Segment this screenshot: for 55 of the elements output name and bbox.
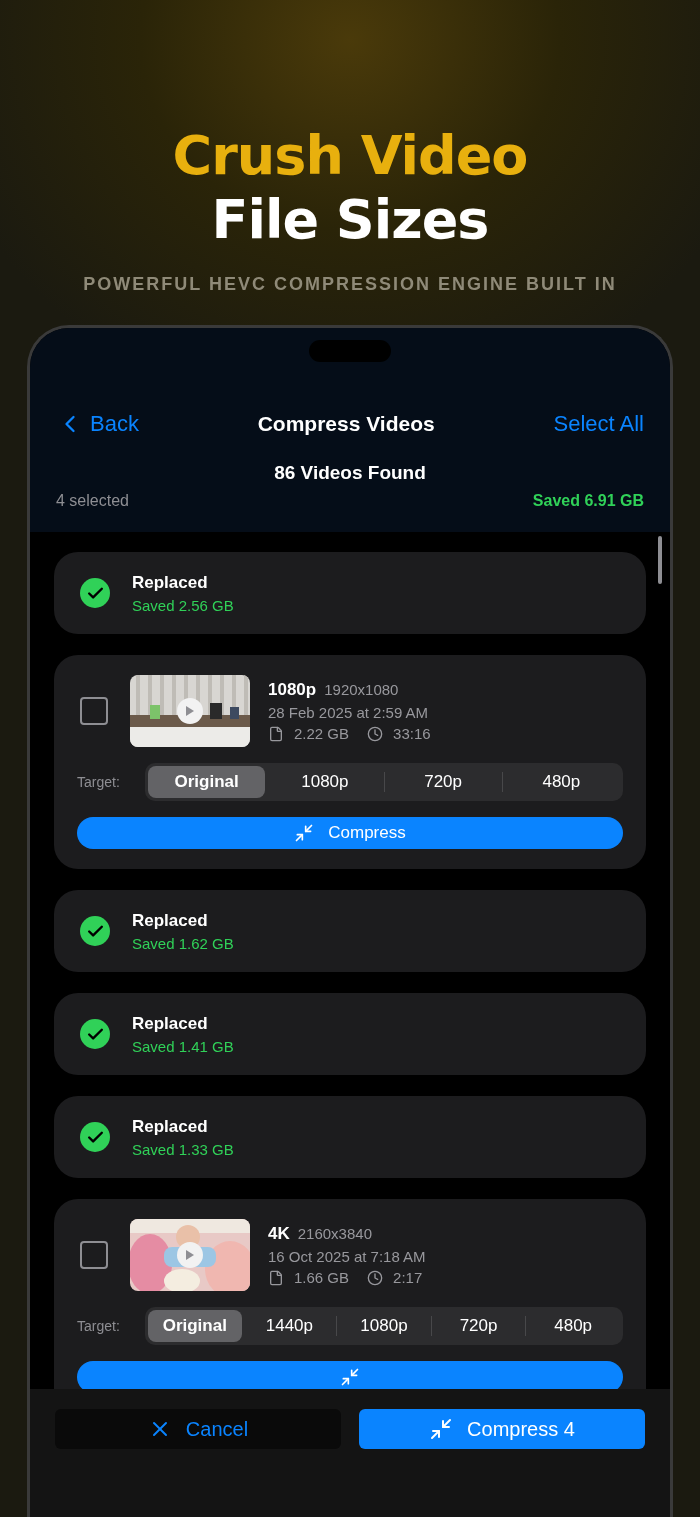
saved-amount: Saved 1.41 GB <box>132 1037 234 1055</box>
file-size: 2.22 GB <box>294 725 350 742</box>
resolution-label: 1080p <box>268 680 317 700</box>
resolution-option[interactable]: Original <box>148 1310 242 1342</box>
check-circle-icon <box>80 578 110 608</box>
resolution-option[interactable]: 480p <box>526 1310 620 1342</box>
back-button[interactable]: Back <box>56 410 139 438</box>
cancel-button[interactable]: Cancel <box>55 1409 341 1449</box>
scrollbar <box>658 536 662 584</box>
resolution-label: 4K <box>268 1224 290 1244</box>
status-text: Replaced <box>132 1013 209 1034</box>
date-text: 28 Feb 2025 at 2:59 AM <box>268 704 430 721</box>
file-icon <box>268 1269 284 1286</box>
date-text: 16 Oct 2025 at 7:18 AM <box>268 1248 427 1265</box>
resolution-option[interactable]: 480p <box>502 766 620 798</box>
saved-amount: Saved 2.56 GB <box>132 596 234 614</box>
compress-icon <box>429 1417 454 1441</box>
target-label: Target: <box>77 774 121 790</box>
saved-amount: Saved 1.33 GB <box>132 1140 234 1158</box>
clock-icon <box>367 725 384 742</box>
resolution-option[interactable]: 1080p <box>266 766 384 798</box>
total-saved: Saved 6.91 GB <box>532 492 644 510</box>
dimensions-text: 2160x3840 <box>297 1225 372 1242</box>
headline: Crush Video <box>172 124 528 188</box>
file-icon <box>268 725 284 742</box>
status-text: Replaced <box>132 910 209 931</box>
resolution-option[interactable]: 720p <box>431 1310 526 1342</box>
dimensions-text: 1920x1080 <box>324 681 399 698</box>
resolution-option[interactable]: Original <box>148 766 266 798</box>
status-text: Replaced <box>132 572 209 593</box>
compress-button[interactable]: Compress <box>77 817 623 849</box>
resolution-option[interactable]: 720p <box>384 766 502 798</box>
check-circle-icon <box>80 1019 110 1049</box>
saved-amount: Saved 1.62 GB <box>132 934 234 952</box>
screen-title: Compress Videos <box>257 412 435 436</box>
subtitle: POWERFUL HEVC COMPRESSION ENGINE BUILT IN <box>83 274 617 295</box>
select-all-button[interactable]: Select All <box>553 411 644 437</box>
clock-icon <box>367 1269 384 1286</box>
check-circle-icon <box>80 1122 110 1152</box>
compress-icon <box>340 1367 360 1387</box>
checkbox[interactable] <box>80 697 108 725</box>
compress-all-button[interactable]: Compress 4 <box>359 1409 645 1449</box>
videos-count: 86 Videos Found <box>274 462 426 484</box>
duration-text: 33:16 <box>393 725 431 742</box>
resolution-option[interactable]: 1440p <box>242 1310 337 1342</box>
headline: File Sizes <box>211 188 489 252</box>
file-size: 1.66 GB <box>294 1269 350 1286</box>
target-label: Target: <box>77 1318 121 1334</box>
duration-text: 2:17 <box>393 1269 423 1286</box>
resolution-option[interactable]: 1080p <box>337 1310 431 1342</box>
checkbox[interactable] <box>80 1241 108 1269</box>
selected-count: 4 selected <box>56 492 129 510</box>
compress-icon <box>294 823 315 843</box>
check-circle-icon <box>80 916 110 946</box>
status-text: Replaced <box>132 1116 209 1137</box>
